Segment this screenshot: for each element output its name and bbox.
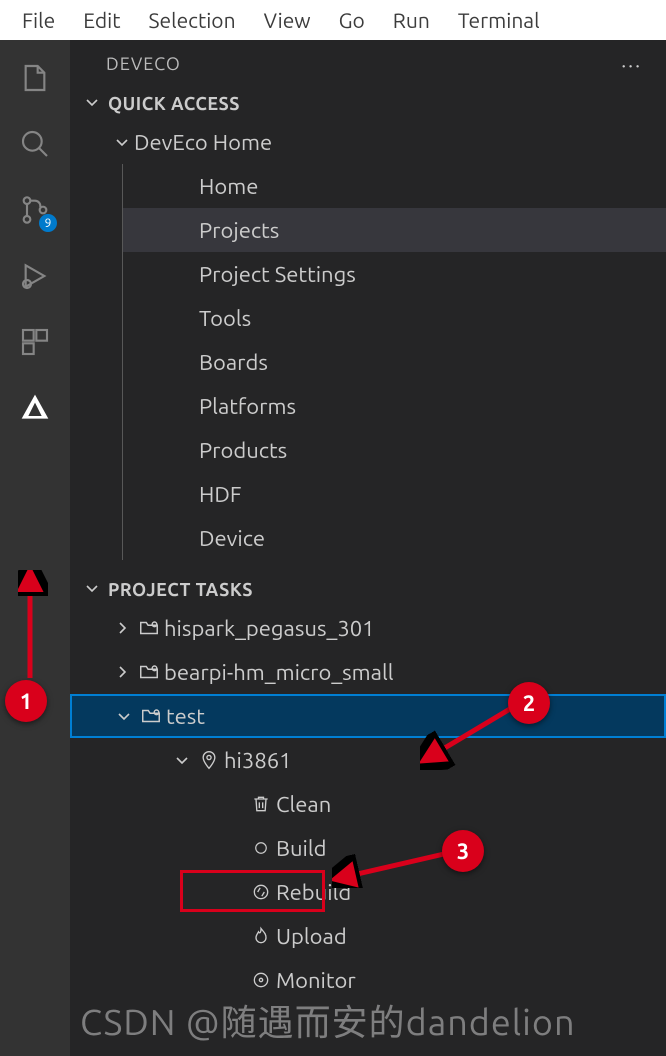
qa-device[interactable]: Device	[123, 516, 666, 560]
menu-selection[interactable]: Selection	[134, 2, 249, 38]
qa-project-settings[interactable]: Project Settings	[123, 252, 666, 296]
folder-icon	[134, 617, 164, 639]
annotation-1: 1	[5, 680, 47, 722]
sidebar-title: DEVECO	[106, 54, 181, 74]
extensions-icon[interactable]	[17, 324, 53, 360]
tree-deveco-home[interactable]: DevEco Home	[70, 120, 666, 164]
qa-hdf[interactable]: HDF	[123, 472, 666, 516]
sidebar-panel: DEVECO ··· QUICK ACCESS DevEco Home Home…	[70, 40, 666, 1056]
deveco-icon[interactable]	[17, 390, 53, 426]
menu-terminal[interactable]: Terminal	[444, 2, 554, 38]
qa-tools[interactable]: Tools	[123, 296, 666, 340]
source-control-icon[interactable]: 9	[17, 192, 53, 228]
menu-file[interactable]: File	[8, 2, 69, 38]
menu-edit[interactable]: Edit	[69, 2, 134, 38]
chevron-right-icon	[110, 664, 134, 680]
flame-icon	[246, 926, 276, 946]
menu-go[interactable]: Go	[325, 2, 379, 38]
menu-view[interactable]: View	[250, 2, 325, 38]
qa-boards[interactable]: Boards	[123, 340, 666, 384]
explorer-icon[interactable]	[17, 60, 53, 96]
qa-products[interactable]: Products	[123, 428, 666, 472]
annotation-2: 2	[508, 682, 550, 724]
action-upload[interactable]: Upload	[70, 914, 666, 958]
section-quick-access[interactable]: QUICK ACCESS	[70, 88, 666, 120]
chevron-down-icon	[112, 708, 136, 724]
target-hi3861[interactable]: hi3861	[70, 738, 666, 782]
project-bearpi[interactable]: bearpi-hm_micro_small	[70, 650, 666, 694]
annotation-3: 3	[442, 830, 484, 872]
chevron-down-icon	[110, 134, 134, 150]
circle-icon	[246, 839, 276, 857]
sidebar-header: DEVECO ···	[70, 40, 666, 88]
annotation-box-build	[180, 870, 325, 912]
run-debug-icon[interactable]	[17, 258, 53, 294]
search-icon[interactable]	[17, 126, 53, 162]
menu-run[interactable]: Run	[379, 2, 444, 38]
project-hispark[interactable]: hispark_pegasus_301	[70, 606, 666, 650]
action-clean[interactable]: Clean	[70, 782, 666, 826]
chevron-down-icon	[82, 580, 102, 600]
location-icon	[194, 750, 224, 770]
source-control-badge: 9	[39, 214, 57, 232]
section-label: QUICK ACCESS	[108, 94, 240, 114]
folder-icon	[134, 661, 164, 683]
more-actions-icon[interactable]: ···	[621, 53, 642, 76]
annotation-arrow-2	[420, 700, 520, 770]
annotation-arrow-1	[18, 570, 48, 680]
qa-projects[interactable]: Projects	[123, 208, 666, 252]
trash-icon	[246, 794, 276, 814]
section-label: PROJECT TASKS	[108, 580, 253, 600]
project-test[interactable]: test	[70, 694, 666, 738]
qa-home[interactable]: Home	[123, 164, 666, 208]
chevron-right-icon	[110, 620, 134, 636]
annotation-arrow-3	[332, 848, 452, 888]
section-project-tasks[interactable]: PROJECT TASKS	[70, 574, 666, 606]
action-monitor[interactable]: Monitor	[70, 958, 666, 1002]
tree-label: DevEco Home	[134, 130, 272, 155]
menubar: File Edit Selection View Go Run Terminal	[0, 0, 666, 40]
folder-icon	[136, 705, 166, 727]
chevron-down-icon	[170, 752, 194, 768]
activity-bar: 9	[0, 40, 70, 1056]
qa-platforms[interactable]: Platforms	[123, 384, 666, 428]
chevron-down-icon	[82, 94, 102, 114]
monitor-icon	[246, 970, 276, 990]
